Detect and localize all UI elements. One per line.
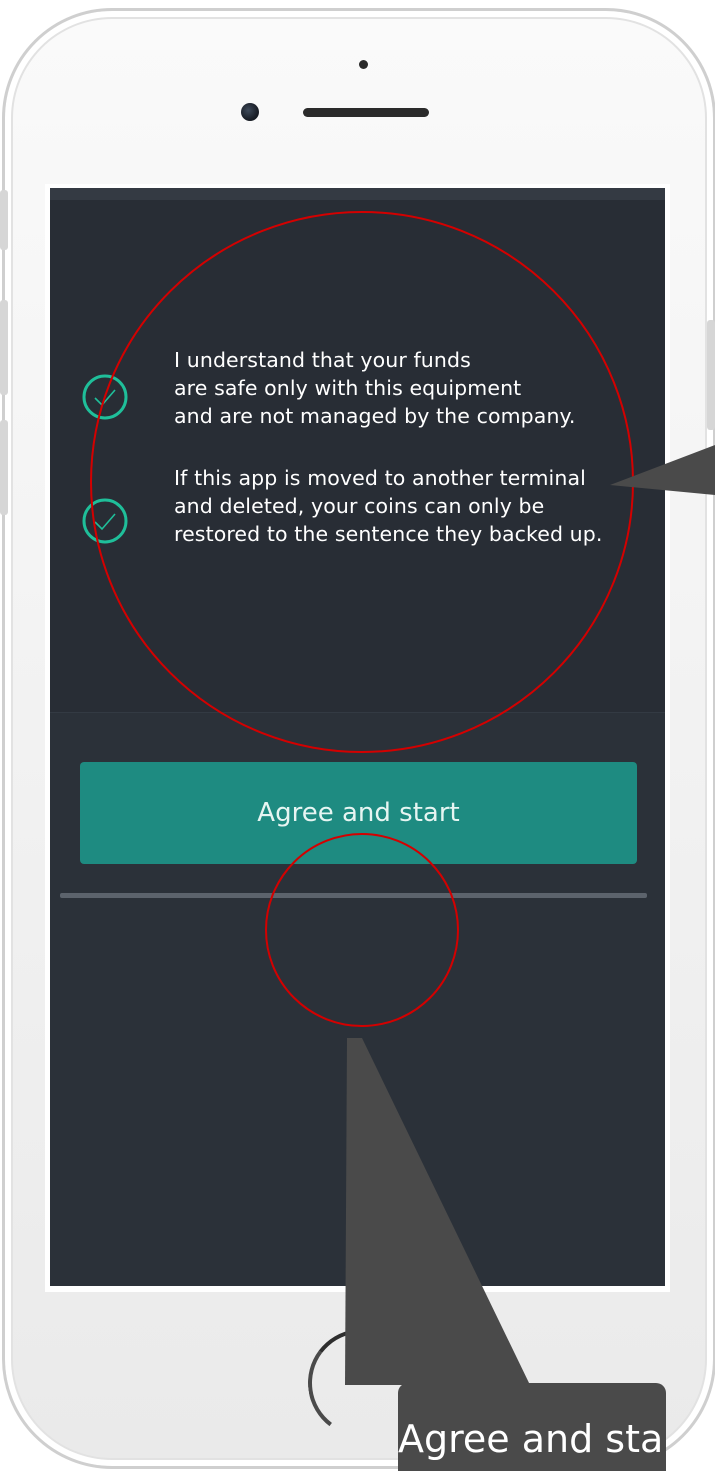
side-button-volume-down [0, 420, 8, 515]
agreement-text: If this app is moved to another terminal… [174, 466, 603, 546]
agreement-item[interactable]: If this app is moved to another terminal… [50, 456, 665, 556]
side-button-mute [0, 190, 8, 250]
divider [50, 712, 665, 713]
agree-and-start-button[interactable]: Agree and start [80, 762, 637, 864]
side-button-power [707, 320, 715, 430]
app-view: I understand that your funds are safe on… [50, 188, 665, 1286]
earpiece-speaker [303, 108, 429, 117]
callout-label: Agree and start [398, 1383, 666, 1471]
front-camera [241, 103, 259, 121]
agreement-item[interactable]: I understand that your funds are safe on… [50, 338, 665, 438]
agreement-text: I understand that your funds are safe on… [174, 348, 576, 428]
sensor-dot [359, 60, 368, 69]
stage: I understand that your funds are safe on… [0, 0, 715, 1471]
phone-screen: I understand that your funds are safe on… [45, 184, 670, 1292]
status-bar [50, 188, 665, 200]
home-indicator [60, 893, 647, 898]
check-circle-icon[interactable] [81, 373, 129, 421]
side-button-volume-up [0, 300, 8, 395]
check-circle-icon[interactable] [81, 497, 129, 545]
